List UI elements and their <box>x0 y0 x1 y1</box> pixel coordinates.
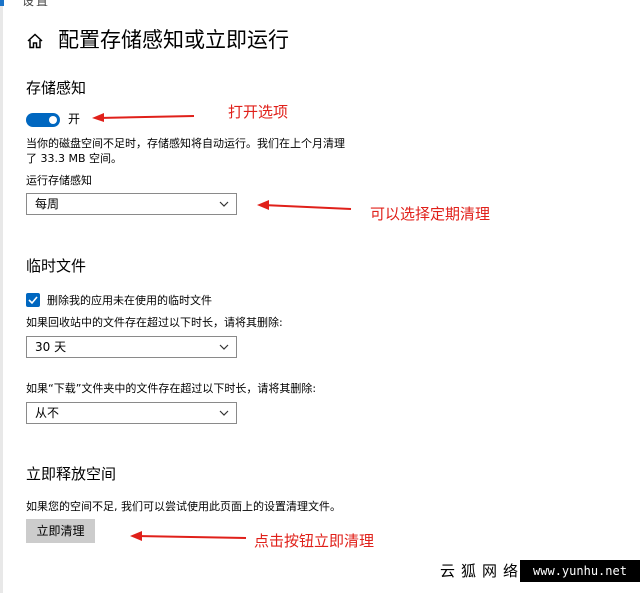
downloads-select[interactable]: 从不 <box>26 402 237 424</box>
annotation-arrow-toggle <box>92 113 195 122</box>
window-title: 设置 <box>22 0 51 8</box>
recycle-bin-select[interactable]: 30 天 <box>26 336 237 358</box>
watermark-cn: 云狐网络 <box>440 562 525 580</box>
window-edge <box>0 0 3 593</box>
storage-sense-description-2: 了 33.3 MB 空间。 <box>26 152 123 165</box>
toggle-state-label: 开 <box>68 112 81 126</box>
toggle-knob <box>49 116 57 124</box>
run-frequency-value: 每周 <box>35 197 60 211</box>
checkmark-icon <box>28 296 38 305</box>
annotation-arrow-button <box>130 531 247 541</box>
storage-sense-description-1: 当你的磁盘空间不足时，存储感知将自动运行。我们在上个月清理 <box>26 137 345 150</box>
chevron-down-icon <box>219 344 229 350</box>
annotation-toggle-note: 打开选项 <box>228 103 289 121</box>
window-title-fragment: 设置 <box>0 0 60 8</box>
clean-now-button[interactable]: 立即清理 <box>26 519 95 543</box>
storage-sense-heading: 存储感知 <box>26 79 87 97</box>
free-space-heading: 立即释放空间 <box>26 465 117 483</box>
annotation-button-note: 点击按钮立即清理 <box>254 532 375 550</box>
recycle-bin-label: 如果回收站中的文件存在超过以下时长，请将其删除: <box>26 316 283 329</box>
downloads-label: 如果“下载”文件夹中的文件存在超过以下时长，请将其删除: <box>26 382 317 395</box>
delete-temp-files-label: 删除我的应用未在使用的临时文件 <box>47 294 212 307</box>
watermark: 云狐网络 www.yunhu.net <box>432 560 640 582</box>
run-storage-sense-label: 运行存储感知 <box>26 174 92 187</box>
page-title: 配置存储感知或立即运行 <box>58 28 289 52</box>
temp-files-heading: 临时文件 <box>26 257 87 275</box>
storage-sense-toggle[interactable] <box>26 113 60 127</box>
chevron-down-icon <box>219 410 229 416</box>
run-frequency-select[interactable]: 每周 <box>26 193 237 215</box>
clean-now-label: 立即清理 <box>36 524 85 538</box>
annotation-arrow-select <box>257 200 352 210</box>
chevron-down-icon <box>219 201 229 207</box>
annotation-select-note: 可以选择定期清理 <box>370 205 491 223</box>
free-space-description: 如果您的空间不足, 我们可以尝试使用此页面上的设置清理文件。 <box>26 500 341 513</box>
watermark-url: www.yunhu.net <box>520 560 640 582</box>
delete-temp-files-checkbox[interactable] <box>26 293 40 307</box>
recycle-bin-value: 30 天 <box>35 340 67 354</box>
downloads-value: 从不 <box>35 406 60 420</box>
home-icon[interactable] <box>26 32 44 50</box>
accent-bar <box>0 0 4 6</box>
